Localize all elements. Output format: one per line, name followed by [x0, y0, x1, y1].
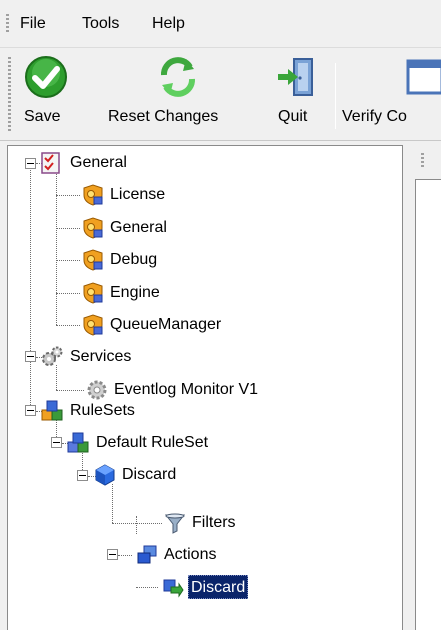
collapse-actions-toggle[interactable]	[107, 549, 118, 560]
settings-shield-icon	[83, 184, 103, 206]
menu-file[interactable]: File	[20, 12, 46, 36]
toolbar: Save Reset Changes Quit Verify Co	[0, 49, 441, 141]
details-panel	[409, 145, 441, 630]
check-circle-icon	[25, 56, 67, 98]
discard-action-icon	[163, 579, 184, 598]
save-label: Save	[24, 108, 61, 125]
tree-node-label: Debug	[110, 251, 158, 268]
details-panel-grip[interactable]	[421, 153, 424, 169]
collapse-general-toggle[interactable]	[25, 158, 36, 169]
tree-node-label: Services	[70, 348, 132, 365]
reset-changes-label: Reset Changes	[108, 108, 219, 125]
collapse-services-toggle[interactable]	[25, 351, 36, 362]
menu-help[interactable]: Help	[152, 12, 185, 36]
settings-shield-icon	[83, 282, 103, 304]
collapse-rulesets-toggle[interactable]	[25, 405, 36, 416]
verify-window-icon	[406, 59, 441, 95]
reset-changes-button[interactable]: Reset Changes	[104, 51, 260, 139]
funnel-icon	[164, 513, 186, 534]
blue-cube-icon	[95, 464, 115, 486]
tree-node-label-selected: Discard	[188, 575, 249, 599]
tree-node-label: Discard	[122, 466, 177, 483]
tree-node-label: General	[110, 219, 167, 236]
quit-label: Quit	[278, 108, 308, 125]
tree-node-label: RuleSets	[70, 402, 135, 419]
shapes-icon	[67, 432, 89, 453]
tree-view[interactable]: General License General Debug Engine Que…	[7, 145, 403, 630]
exit-door-icon	[278, 58, 313, 96]
windows-icon	[137, 545, 157, 564]
settings-shield-icon	[83, 217, 103, 239]
settings-shield-icon	[83, 314, 103, 336]
save-button[interactable]: Save	[14, 51, 74, 139]
settings-shield-icon	[83, 249, 103, 271]
tree-node-label: Default RuleSet	[96, 434, 209, 451]
verify-config-button[interactable]: Verify Co	[340, 51, 441, 139]
toolbar-separator	[335, 63, 336, 129]
tree-node-label: Filters	[192, 514, 236, 531]
collapse-default-ruleset-toggle[interactable]	[51, 437, 62, 448]
refresh-arrows-icon	[161, 57, 195, 97]
toolbar-grip[interactable]	[8, 57, 11, 133]
gear-icon	[87, 380, 107, 400]
gears-icon	[42, 346, 63, 366]
menu-tools[interactable]: Tools	[82, 12, 119, 36]
quit-button[interactable]: Quit	[268, 51, 324, 139]
menu-bar: File Tools Help	[0, 0, 441, 48]
shapes-icon	[41, 400, 63, 421]
tree-node-label: Engine	[110, 284, 160, 301]
tree-node-label: Actions	[164, 546, 217, 563]
details-panel-content	[415, 179, 441, 630]
checklist-icon	[41, 152, 60, 174]
verify-config-label: Verify Co	[342, 108, 407, 125]
tree-node-label: General	[70, 154, 127, 171]
tree-node-label: License	[110, 186, 166, 203]
menu-bar-grip[interactable]	[6, 14, 9, 34]
tree-node-label: QueueManager	[110, 316, 222, 333]
collapse-discard-rule-toggle[interactable]	[77, 470, 88, 481]
